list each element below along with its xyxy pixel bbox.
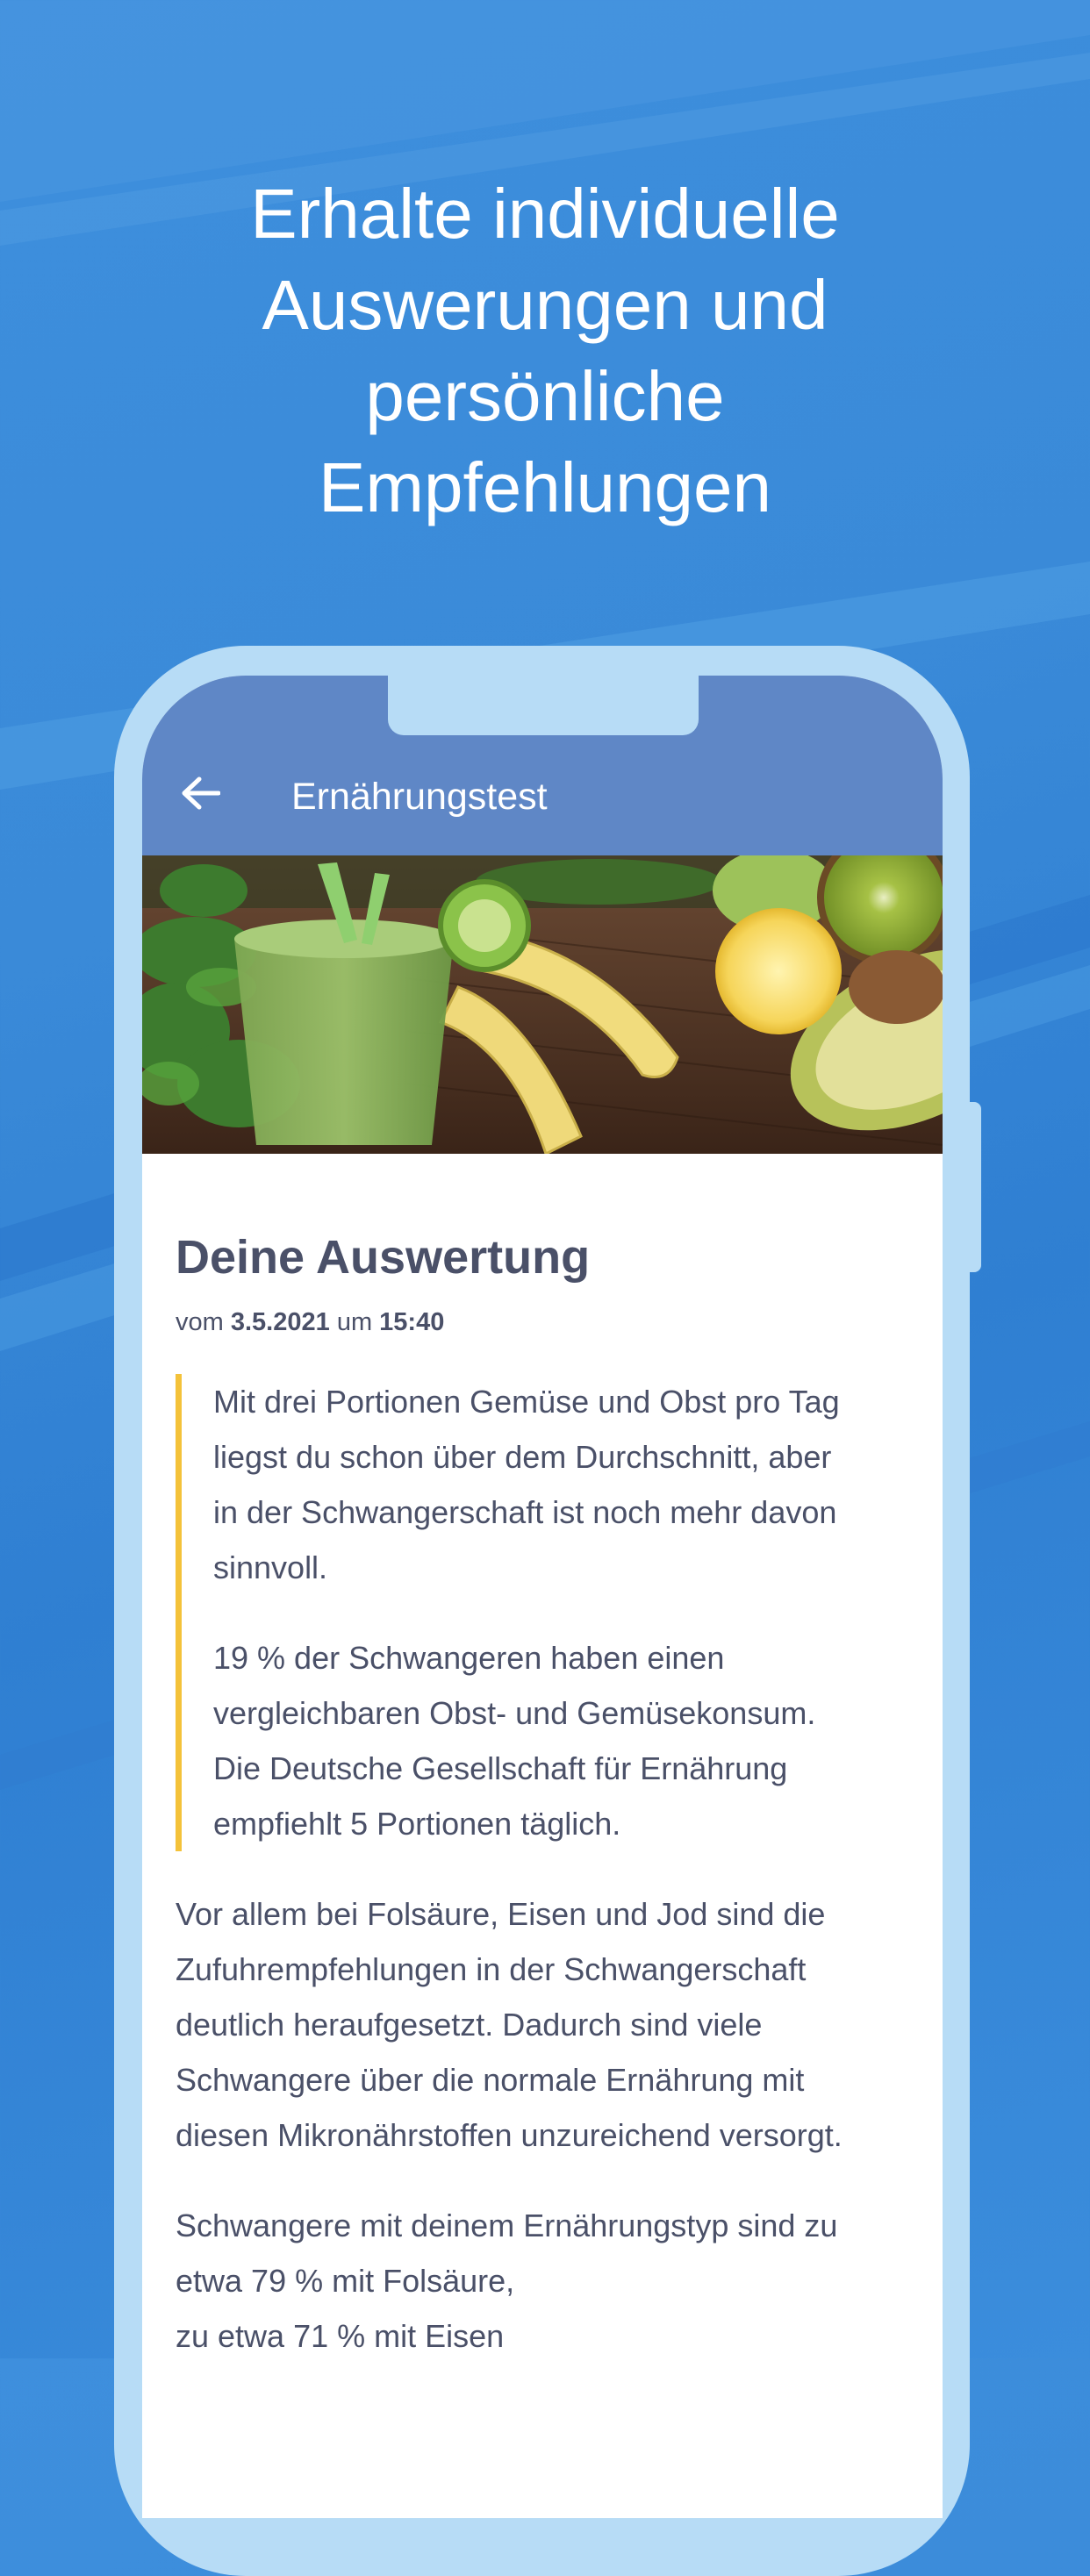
date-value: 3.5.2021	[230, 1308, 330, 1336]
result-content: Deine Auswertung vom 3.5.2021 um 15:40 M…	[176, 1228, 913, 2364]
headline-line: Auswerungen und	[262, 266, 828, 344]
text-line: 19 % der Schwangeren haben einen	[213, 1640, 725, 1676]
quote-paragraph: 19 % der Schwangeren haben einen verglei…	[213, 1630, 913, 1851]
text-line: deutlich heraufgesetzt. Dadurch sind vie…	[176, 2007, 763, 2043]
text-line: Schwangere mit deinem Ernährungstyp sind…	[176, 2207, 838, 2243]
text-line: diesen Mikronährstoffen unzureichend ver…	[176, 2117, 843, 2153]
text-line: vergleichbaren Obst- und Gemüsekonsum.	[213, 1695, 816, 1731]
body-paragraph: Vor allem bei Folsäure, Eisen und Jod si…	[176, 1886, 913, 2163]
time-value: 15:40	[379, 1308, 445, 1336]
time-prefix: um	[336, 1308, 373, 1336]
text-line: zu etwa 71 % mit Eisen	[176, 2318, 505, 2354]
result-date: vom 3.5.2021 um 15:40	[176, 1306, 913, 1339]
text-line: etwa 79 % mit Folsäure,	[176, 2263, 515, 2299]
headline-line: persönliche	[365, 357, 725, 435]
text-line: in der Schwangerschaft ist noch mehr dav…	[213, 1494, 837, 1530]
text-line: Vor allem bei Folsäure, Eisen und Jod si…	[176, 1896, 826, 1932]
hero-image	[142, 855, 943, 1154]
phone-screen: Ernährungstest Deine Auswertung vom 3.5.…	[142, 676, 943, 2518]
back-button[interactable]	[174, 769, 226, 821]
text-line: Die Deutsche Gesellschaft für Ernährung	[213, 1750, 788, 1786]
body-paragraph: Schwangere mit deinem Ernährungstyp sind…	[176, 2198, 913, 2364]
text-line: liegst du schon über dem Durchschnitt, a…	[213, 1439, 832, 1475]
headline-line: Empfehlungen	[319, 448, 771, 526]
text-line: Mit drei Portionen Gemüse und Obst pro T…	[213, 1384, 840, 1420]
phone-side-button	[969, 1102, 981, 1272]
app-title: Ernährungstest	[291, 776, 548, 818]
text-line: Schwangere über die normale Ernährung mi…	[176, 2062, 805, 2098]
text-line: sinnvoll.	[213, 1549, 328, 1585]
headline: Erhalte individuelle Auswerungen und per…	[0, 168, 1090, 533]
app-bar: Ernährungstest	[142, 676, 943, 855]
headline-line: Erhalte individuelle	[250, 175, 840, 253]
result-title: Deine Auswertung	[176, 1231, 591, 1284]
text-line: empfiehlt 5 Portionen täglich.	[213, 1806, 621, 1842]
quote-paragraph: Mit drei Portionen Gemüse und Obst pro T…	[213, 1374, 913, 1595]
phone-notch	[388, 676, 699, 735]
arrow-left-icon	[180, 776, 221, 815]
text-line: Zufuhrempfehlungen in der Schwangerschaf…	[176, 1951, 807, 1987]
date-prefix: vom	[176, 1308, 224, 1336]
highlight-quote: Mit drei Portionen Gemüse und Obst pro T…	[176, 1374, 913, 1851]
